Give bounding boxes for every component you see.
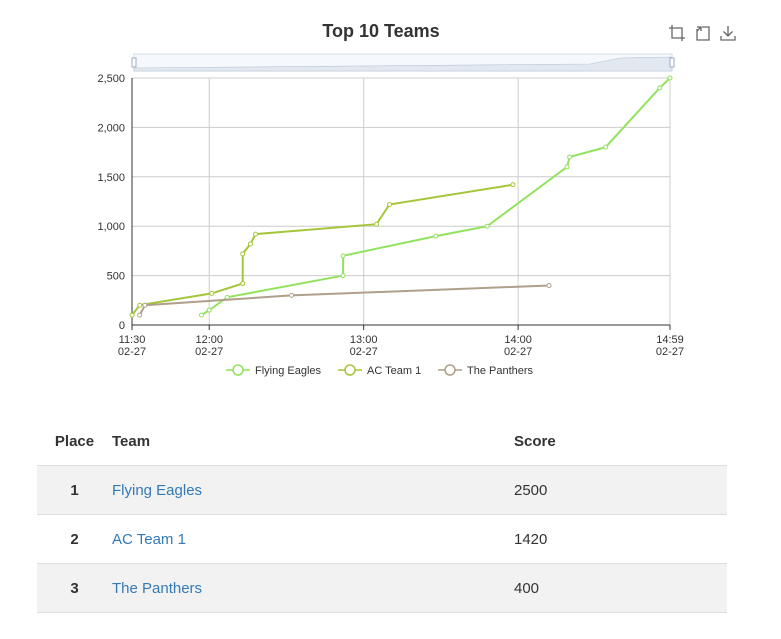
team-cell: AC Team 1 — [112, 514, 514, 564]
y-tick-label: 0 — [119, 320, 125, 332]
legend-item: AC Team 1 — [338, 364, 421, 377]
legend-marker — [232, 364, 244, 376]
data-point — [240, 251, 246, 257]
data-point — [433, 233, 439, 239]
y-tick-label: 1,000 — [97, 221, 125, 233]
team-link[interactable]: AC Team 1 — [112, 531, 186, 548]
x-tick-label: 14:59 — [656, 334, 684, 346]
x-tick-label: 12:00 — [195, 334, 223, 346]
score-cell: 400 — [514, 563, 727, 613]
data-point — [340, 253, 346, 259]
data-zoom-handle-left — [131, 57, 137, 68]
team-cell: The Panthers — [112, 563, 514, 613]
header-team: Team — [112, 418, 514, 466]
chart: Top 10 Teams 0 500 1,000 1,500 2,000 2,500 11:3… — [0, 0, 781, 400]
data-point — [289, 292, 295, 298]
header-score: Score — [514, 418, 727, 466]
legend-label: Flying Eagles — [255, 365, 322, 377]
x-tick-date-label: 02-27 — [656, 346, 684, 358]
legend-label: AC Team 1 — [367, 365, 421, 377]
y-tick-label: 500 — [107, 271, 125, 283]
x-tick-date-label: 02-27 — [118, 346, 146, 358]
table-row: 1 Flying Eagles 2500 — [37, 465, 727, 515]
data-point — [546, 282, 552, 288]
table-row: 3 The Panthers 400 — [37, 563, 727, 613]
table-header-row: Place Team Score — [37, 418, 727, 466]
data-point — [247, 241, 253, 247]
data-point — [567, 154, 573, 160]
team-cell: Flying Eagles — [112, 465, 514, 515]
data-point — [206, 307, 212, 313]
data-point — [240, 281, 246, 287]
legend-marker — [344, 364, 356, 376]
legend-item: The Panthers — [438, 364, 534, 377]
data-point — [603, 144, 609, 150]
x-tick-label: 13:00 — [350, 334, 378, 346]
place-cell: 3 — [37, 563, 112, 613]
place-cell: 1 — [37, 465, 112, 515]
place-cell: 2 — [37, 514, 112, 564]
data-point — [374, 221, 380, 227]
header-place: Place — [37, 418, 112, 466]
zoom-reset-icon[interactable] — [694, 24, 712, 42]
score-cell: 1420 — [514, 514, 727, 564]
data-point — [386, 201, 392, 207]
zoom-icon[interactable] — [668, 24, 686, 42]
data-point — [137, 312, 143, 318]
legend-label: The Panthers — [467, 365, 534, 377]
data-point — [340, 273, 346, 279]
data-point — [199, 312, 205, 318]
data-point — [209, 290, 215, 296]
table-row: 2 AC Team 1 1420 — [37, 514, 727, 564]
legend: Flying Eagles AC Team 1 The Panthers — [226, 364, 534, 377]
legend-item: Flying Eagles — [226, 364, 322, 377]
download-icon[interactable] — [719, 24, 737, 42]
x-tick-date-label: 02-27 — [350, 346, 378, 358]
data-point — [564, 164, 570, 170]
data-point — [142, 302, 148, 308]
legend-marker — [444, 364, 456, 376]
data-point — [510, 182, 516, 188]
series-line — [138, 284, 550, 316]
y-tick-label: 1,500 — [97, 172, 125, 184]
data-point — [484, 223, 490, 229]
data-point — [657, 85, 663, 91]
data-point — [253, 231, 259, 237]
data-zoom-slider — [131, 53, 675, 72]
series-the-panthers — [137, 282, 552, 318]
data-zoom-handle-right — [669, 57, 675, 68]
data-point — [129, 312, 135, 318]
x-tick-label: 11:30 — [119, 334, 146, 346]
chart-title: Top 10 Teams — [322, 21, 439, 41]
team-link[interactable]: The Panthers — [112, 580, 202, 597]
chart-svg: Top 10 Teams 0 500 1,000 1,500 2,000 2,500 11:3… — [97, 21, 684, 377]
team-link[interactable]: Flying Eagles — [112, 482, 202, 499]
y-tick-label: 2,500 — [97, 73, 125, 85]
series-line — [131, 183, 514, 316]
data-point — [667, 75, 673, 81]
y-tick-label: 2,000 — [97, 122, 125, 134]
series-ac-team-1 — [129, 182, 516, 318]
x-tick-date-label: 02-27 — [504, 346, 532, 358]
data-point — [137, 302, 143, 308]
score-cell: 2500 — [514, 465, 727, 515]
x-tick-date-label: 02-27 — [195, 346, 223, 358]
scores-table: Place Team Score 1 Flying Eagles 2500 2 … — [37, 418, 727, 613]
x-tick-label: 14:00 — [504, 334, 532, 346]
